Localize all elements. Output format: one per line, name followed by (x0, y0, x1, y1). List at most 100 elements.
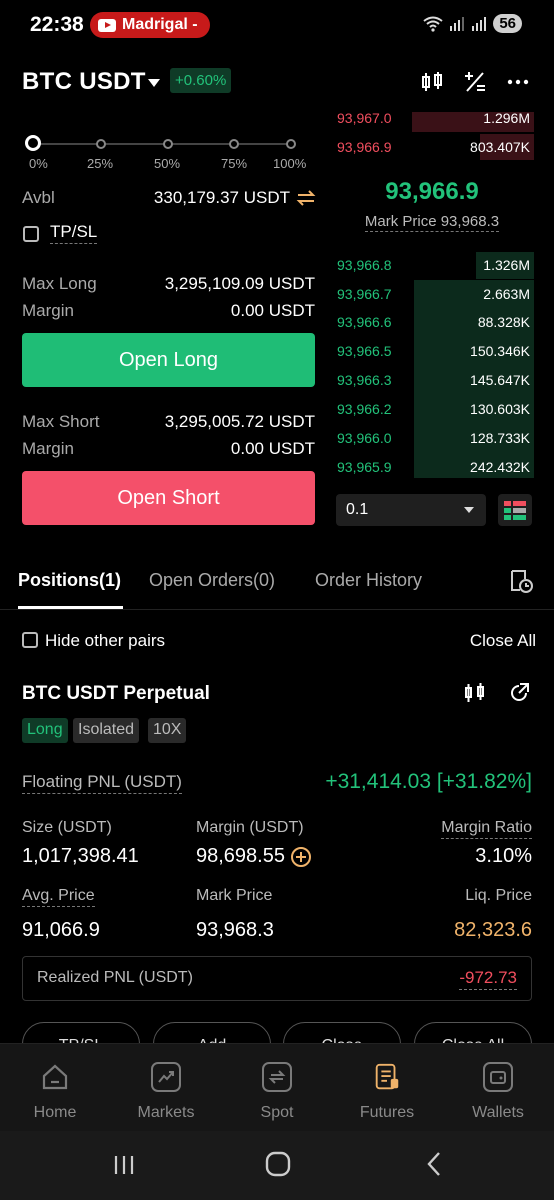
tab-order-history[interactable]: Order History (315, 570, 422, 591)
bid-row[interactable]: 93,966.3 145.647K (330, 366, 534, 394)
pair-selector[interactable]: BTC USDT (22, 68, 146, 96)
bid-price: 93,966.3 (337, 372, 392, 388)
hide-other-pairs-checkbox[interactable] (22, 632, 38, 648)
avg-price-value: 91,066.9 (22, 919, 100, 941)
max-short-label: Max Short (22, 412, 100, 431)
futures-icon (372, 1062, 402, 1092)
nav-label: Spot (260, 1104, 294, 1121)
notification-pill[interactable]: Madrigal - (90, 12, 210, 38)
price-change-badge: +0.60% (170, 68, 232, 93)
back-icon[interactable] (424, 1151, 444, 1182)
youtube-icon (98, 18, 116, 32)
nav-label: Markets (137, 1104, 195, 1121)
bid-row[interactable]: 93,966.7 2.663M (330, 280, 534, 308)
margin-short-value: 0.00 USDT (230, 439, 315, 458)
open-long-button[interactable]: Open Long (22, 333, 315, 387)
trading-header: BTC USDT +0.60% (0, 60, 554, 104)
margin-value: 98,698.55 (196, 845, 285, 867)
mark-price-label[interactable]: Mark Price 93,968.3 (364, 213, 500, 232)
bid-row[interactable]: 93,966.8 1.326M (330, 251, 534, 279)
margin-label: Margin (USDT) (196, 819, 304, 836)
notification-app-label: Madrigal - (122, 16, 198, 33)
more-options-icon[interactable] (504, 68, 532, 96)
realized-pnl-box: Realized PNL (USDT) -972.73 (22, 956, 532, 1001)
nav-label: Futures (359, 1104, 415, 1121)
bid-row[interactable]: 93,966.6 88.328K (330, 308, 534, 336)
system-nav-bar (0, 1131, 554, 1200)
status-time: 22:38 (30, 13, 84, 36)
status-icons: 56 (423, 14, 522, 33)
add-margin-icon[interactable] (290, 846, 312, 873)
tpsl-label[interactable]: TP/SL (50, 222, 98, 244)
slider-label: 0% (29, 156, 48, 171)
max-long-label: Max Long (22, 274, 97, 293)
precision-select[interactable]: 0.1 (336, 494, 486, 526)
signal-icon-2 (472, 16, 487, 31)
bid-row[interactable]: 93,966.5 150.346K (330, 337, 534, 365)
bid-price: 93,966.8 (337, 257, 392, 273)
recent-apps-icon[interactable] (112, 1153, 136, 1182)
tab-open-orders[interactable]: Open Orders(0) (149, 570, 275, 591)
hide-other-pairs-label[interactable]: Hide other pairs (45, 631, 165, 651)
avbl-value: 330,179.37 USDT (153, 188, 290, 207)
mark-price-label: Mark Price (196, 887, 273, 904)
battery-indicator: 56 (493, 14, 522, 33)
ask-row[interactable]: 93,966.9 803.407K (330, 133, 534, 161)
last-price: 93,966.9 (385, 178, 479, 205)
history-icon[interactable] (508, 568, 534, 599)
orderbook-layout-toggle[interactable] (498, 494, 532, 526)
slider-label: 100% (273, 156, 307, 171)
slider-mark-100[interactable] (286, 139, 296, 149)
position-title: BTC USDT Perpetual (22, 683, 210, 704)
chevron-down-icon[interactable] (148, 79, 160, 87)
ask-size: 803.407K (470, 139, 530, 155)
positions-tabs: Positions(1) Open Orders(0) Order Histor… (0, 560, 554, 610)
share-icon[interactable] (508, 682, 530, 709)
nav-futures[interactable]: Futures (342, 1062, 432, 1122)
bid-price: 93,965.9 (337, 459, 392, 475)
ask-price: 93,967.0 (337, 110, 392, 126)
bid-row[interactable]: 93,966.2 130.603K (330, 395, 534, 423)
home-icon (40, 1062, 70, 1092)
leverage-slider-track[interactable] (33, 143, 291, 145)
bid-price: 93,966.5 (337, 343, 392, 359)
wifi-icon (423, 16, 443, 32)
status-bar: 22:38 Madrigal - 56 (0, 0, 554, 52)
nav-wallets[interactable]: Wallets (453, 1062, 543, 1122)
candlestick-chart-icon[interactable] (418, 68, 446, 96)
nav-markets[interactable]: Markets (121, 1062, 211, 1122)
liq-price-value: 82,323.6 (454, 919, 532, 941)
calculator-icon[interactable] (461, 68, 489, 96)
chevron-down-icon (464, 507, 474, 513)
home-button-icon[interactable] (265, 1151, 291, 1182)
nav-home[interactable]: Home (10, 1062, 100, 1122)
margin-ratio-label[interactable]: Margin Ratio (441, 819, 532, 839)
margin-ratio-value: 3.10% (475, 845, 532, 867)
active-tab-indicator (18, 606, 123, 609)
bid-price: 93,966.0 (337, 430, 392, 446)
slider-mark-50[interactable] (163, 139, 173, 149)
bid-size: 130.603K (470, 401, 530, 417)
slider-handle[interactable] (25, 135, 41, 151)
bid-size: 145.647K (470, 372, 530, 388)
close-all-link[interactable]: Close All (470, 631, 536, 651)
tab-positions[interactable]: Positions(1) (18, 570, 121, 591)
floating-pnl-label[interactable]: Floating PNL (USDT) (22, 772, 182, 794)
mark-price-value: 93,968.3 (196, 919, 274, 941)
nav-spot[interactable]: Spot (232, 1062, 322, 1122)
slider-label: 50% (154, 156, 181, 171)
bid-size: 128.733K (470, 430, 530, 446)
ask-row[interactable]: 93,967.0 1.296M (330, 106, 534, 130)
slider-mark-25[interactable] (96, 139, 106, 149)
avg-price-label[interactable]: Avg. Price (22, 887, 95, 907)
chart-icon[interactable] (464, 682, 486, 709)
slider-mark-75[interactable] (229, 139, 239, 149)
bid-row[interactable]: 93,966.0 128.733K (330, 424, 534, 452)
tpsl-checkbox[interactable] (23, 226, 39, 242)
bid-size: 150.346K (470, 343, 530, 359)
bid-row[interactable]: 93,965.9 242.432K (330, 453, 534, 481)
realized-pnl-value[interactable]: -972.73 (459, 968, 517, 990)
open-short-button[interactable]: Open Short (22, 471, 315, 525)
transfer-icon[interactable] (296, 188, 316, 213)
avbl-label: Avbl (22, 188, 55, 207)
